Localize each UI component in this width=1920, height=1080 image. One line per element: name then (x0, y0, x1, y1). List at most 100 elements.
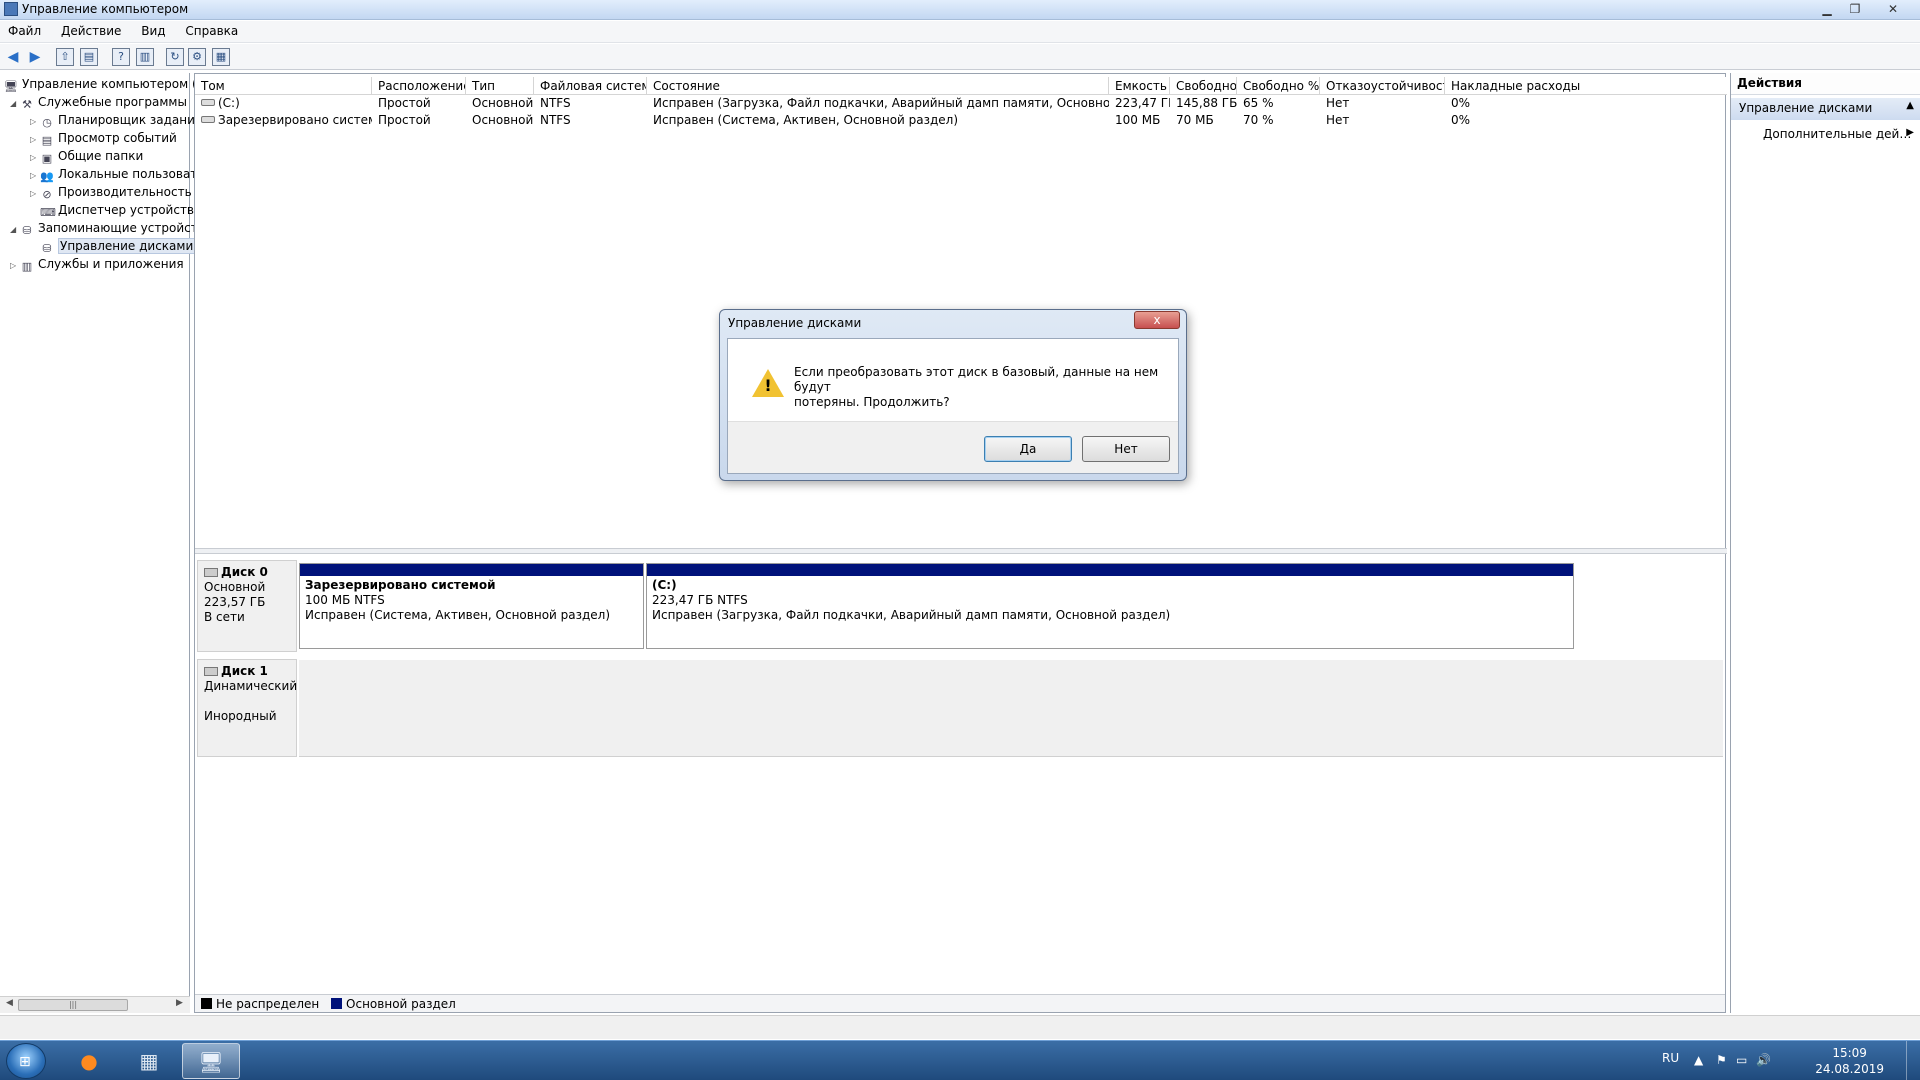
filesystem-cell: NTFS (540, 96, 571, 110)
confirm-dialog[interactable]: Управление дисками x ! Если преобразоват… (719, 309, 1187, 481)
properties-icon[interactable]: ⚙ (188, 48, 206, 66)
performance-gauge-icon: ⊘ (42, 188, 52, 201)
disk-status: В сети (204, 610, 245, 624)
network-icon[interactable]: ▭ (1736, 1053, 1747, 1067)
tree-node-local-users[interactable]: ▷ 👥 Локальные пользовате (30, 165, 205, 183)
expand-triangle-icon[interactable]: ▷ (30, 149, 40, 165)
menu-file[interactable]: Файл (0, 21, 49, 41)
computer-icon: 🖥 (4, 80, 18, 93)
partition-size: 100 МБ NTFS (305, 593, 385, 607)
type-cell: Основной (472, 113, 534, 127)
free-percent-cell: 65 % (1243, 96, 1274, 110)
collapse-triangle-icon[interactable]: ◢ (10, 95, 20, 111)
column-header-free-percent[interactable]: Свободно % (1237, 77, 1320, 95)
tree-node-event-viewer[interactable]: ▷ ▤ Просмотр событий (30, 129, 177, 147)
show-desktop-button[interactable] (1906, 1041, 1920, 1080)
device-manager-icon: ⌨ (40, 206, 56, 219)
scroll-left-arrow-icon[interactable]: ◀ (6, 998, 13, 1008)
up-folder-icon[interactable]: ⇧ (56, 48, 74, 66)
tree-node-system-tools[interactable]: ◢ ⚒ Служебные программы (10, 93, 187, 111)
menu-action[interactable]: Действие (53, 21, 129, 41)
column-header-status[interactable]: Состояние (647, 77, 1109, 95)
legend-unallocated: Не распределен (201, 997, 319, 1011)
disk-1-label[interactable]: Диск 1 Динамический Инородный (197, 659, 297, 757)
clock[interactable]: 15:09 24.08.2019 (1815, 1045, 1884, 1077)
tree-node-performance[interactable]: ▷ ⊘ Производительность (30, 183, 192, 201)
status-cell: Исправен (Загрузка, Файл подкачки, Авари… (653, 96, 1109, 110)
table-row[interactable]: (C:) Простой Основной NTFS Исправен (Заг… (195, 95, 1727, 112)
tree-node-storage[interactable]: ◢ ⛁ Запоминающие устройст (10, 219, 198, 237)
file-explorer-icon[interactable]: ▦ (120, 1043, 178, 1079)
language-indicator[interactable]: RU (1662, 1051, 1679, 1065)
show-hidden-icons-icon[interactable]: ▲ (1694, 1053, 1703, 1067)
tree-node-disk-management[interactable]: ⛁ Управление дисками (40, 237, 196, 255)
disk-name: Диск 1 (221, 664, 268, 678)
table-row[interactable]: Зарезервировано системой Простой Основно… (195, 112, 1727, 129)
dialog-close-button[interactable]: x (1134, 311, 1180, 329)
column-header-filesystem[interactable]: Файловая система (534, 77, 647, 95)
event-log-icon: ▤ (41, 134, 53, 147)
column-header-capacity[interactable]: Емкость (1109, 77, 1170, 95)
console-tree[interactable]: 🖥 Управление компьютером (л ◢ ⚒ Служебные п… (0, 73, 205, 1013)
column-header-fault-tolerance[interactable]: Отказоустойчивость (1320, 77, 1445, 95)
more-actions-item[interactable]: Дополнительные дей… ▶ (1731, 124, 1920, 146)
partition-name: Зарезервировано системой (305, 578, 496, 592)
yes-button[interactable]: Да (984, 436, 1072, 462)
window-titlebar[interactable]: Управление компьютером ▁ ❐ ✕ (0, 0, 1920, 20)
actions-section-disk-management[interactable]: Управление дисками ▲ (1731, 98, 1920, 120)
tree-node-task-scheduler[interactable]: ▷ ◷ Планировщик заданий (30, 111, 203, 129)
windows-logo-icon: ⊞ (19, 1054, 31, 1070)
tree-horizontal-scrollbar[interactable]: ◀ ||| ▶ (0, 996, 190, 1013)
column-header-overhead[interactable]: Накладные расходы (1445, 77, 1727, 95)
scroll-right-arrow-icon[interactable]: ▶ (176, 998, 183, 1008)
disk-1-area[interactable] (299, 660, 1723, 757)
action-center-flag-icon[interactable]: ⚑ (1716, 1053, 1727, 1067)
disk-0-label[interactable]: Диск 0 Основной 223,57 ГБ В сети (197, 560, 297, 652)
overhead-cell: 0% (1451, 113, 1471, 127)
minimize-button[interactable]: ▁ (1814, 0, 1840, 18)
disk-icon (204, 568, 218, 577)
collapse-triangle-icon[interactable]: ◢ (10, 221, 20, 237)
column-header-layout[interactable]: Расположение (372, 77, 466, 95)
tree-node-device-manager[interactable]: ⌨ Диспетчер устройств (40, 201, 194, 219)
menu-view[interactable]: Вид (133, 21, 173, 41)
submenu-arrow-icon: ▶ (1906, 127, 1914, 138)
tree-node-shared-folders[interactable]: ▷ ▣ Общие папки (30, 147, 143, 165)
start-button[interactable]: ⊞ (6, 1043, 46, 1079)
pane-splitter[interactable] (195, 548, 1727, 554)
refresh-icon[interactable]: ↻ (166, 48, 184, 66)
close-button[interactable]: ✕ (1880, 0, 1906, 18)
show-console-tree-icon[interactable]: ▤ (80, 48, 98, 66)
expand-triangle-icon[interactable]: ▷ (30, 167, 40, 183)
expand-triangle-icon[interactable]: ▷ (30, 113, 40, 129)
layout-cell: Простой (378, 96, 431, 110)
no-button[interactable]: Нет (1082, 436, 1170, 462)
collapse-up-icon[interactable]: ▲ (1906, 100, 1914, 111)
dialog-title: Управление дисками (728, 316, 862, 330)
free-cell: 145,88 ГБ (1176, 96, 1237, 110)
partition-system-reserved[interactable]: Зарезервировано системой 100 МБ NTFS Исп… (299, 563, 644, 649)
column-header-free[interactable]: Свободно (1170, 77, 1237, 95)
tree-node-services[interactable]: ▷ ▥ Службы и приложения (10, 255, 184, 273)
menu-help[interactable]: Справка (177, 21, 246, 41)
forward-arrow-icon[interactable]: ▶ (26, 48, 44, 66)
column-header-type[interactable]: Тип (466, 77, 534, 95)
export-list-icon[interactable]: ▦ (212, 48, 230, 66)
column-header-volume[interactable]: Том (195, 77, 372, 95)
scrollbar-thumb[interactable]: ||| (18, 999, 128, 1011)
expand-triangle-icon[interactable]: ▷ (30, 131, 40, 147)
type-cell: Основной (472, 96, 534, 110)
expand-triangle-icon[interactable]: ▷ (30, 185, 40, 201)
computer-management-taskbar-icon[interactable]: 🖥 (182, 1043, 240, 1079)
back-arrow-icon[interactable]: ◀ (4, 48, 22, 66)
help-icon[interactable]: ? (112, 48, 130, 66)
tree-node-root[interactable]: 🖥 Управление компьютером (л (4, 75, 204, 93)
firefox-icon[interactable]: ● (60, 1043, 118, 1079)
volume-cell: (C:) (195, 95, 372, 112)
partition-c[interactable]: (C:) 223,47 ГБ NTFS Исправен (Загрузка, … (646, 563, 1574, 649)
show-action-pane-icon[interactable]: ▥ (136, 48, 154, 66)
restore-button[interactable]: ❐ (1842, 0, 1868, 18)
partition-status: Исправен (Система, Активен, Основной раз… (305, 608, 611, 622)
volume-icon[interactable]: 🔊 (1756, 1053, 1771, 1067)
expand-triangle-icon[interactable]: ▷ (10, 257, 20, 273)
